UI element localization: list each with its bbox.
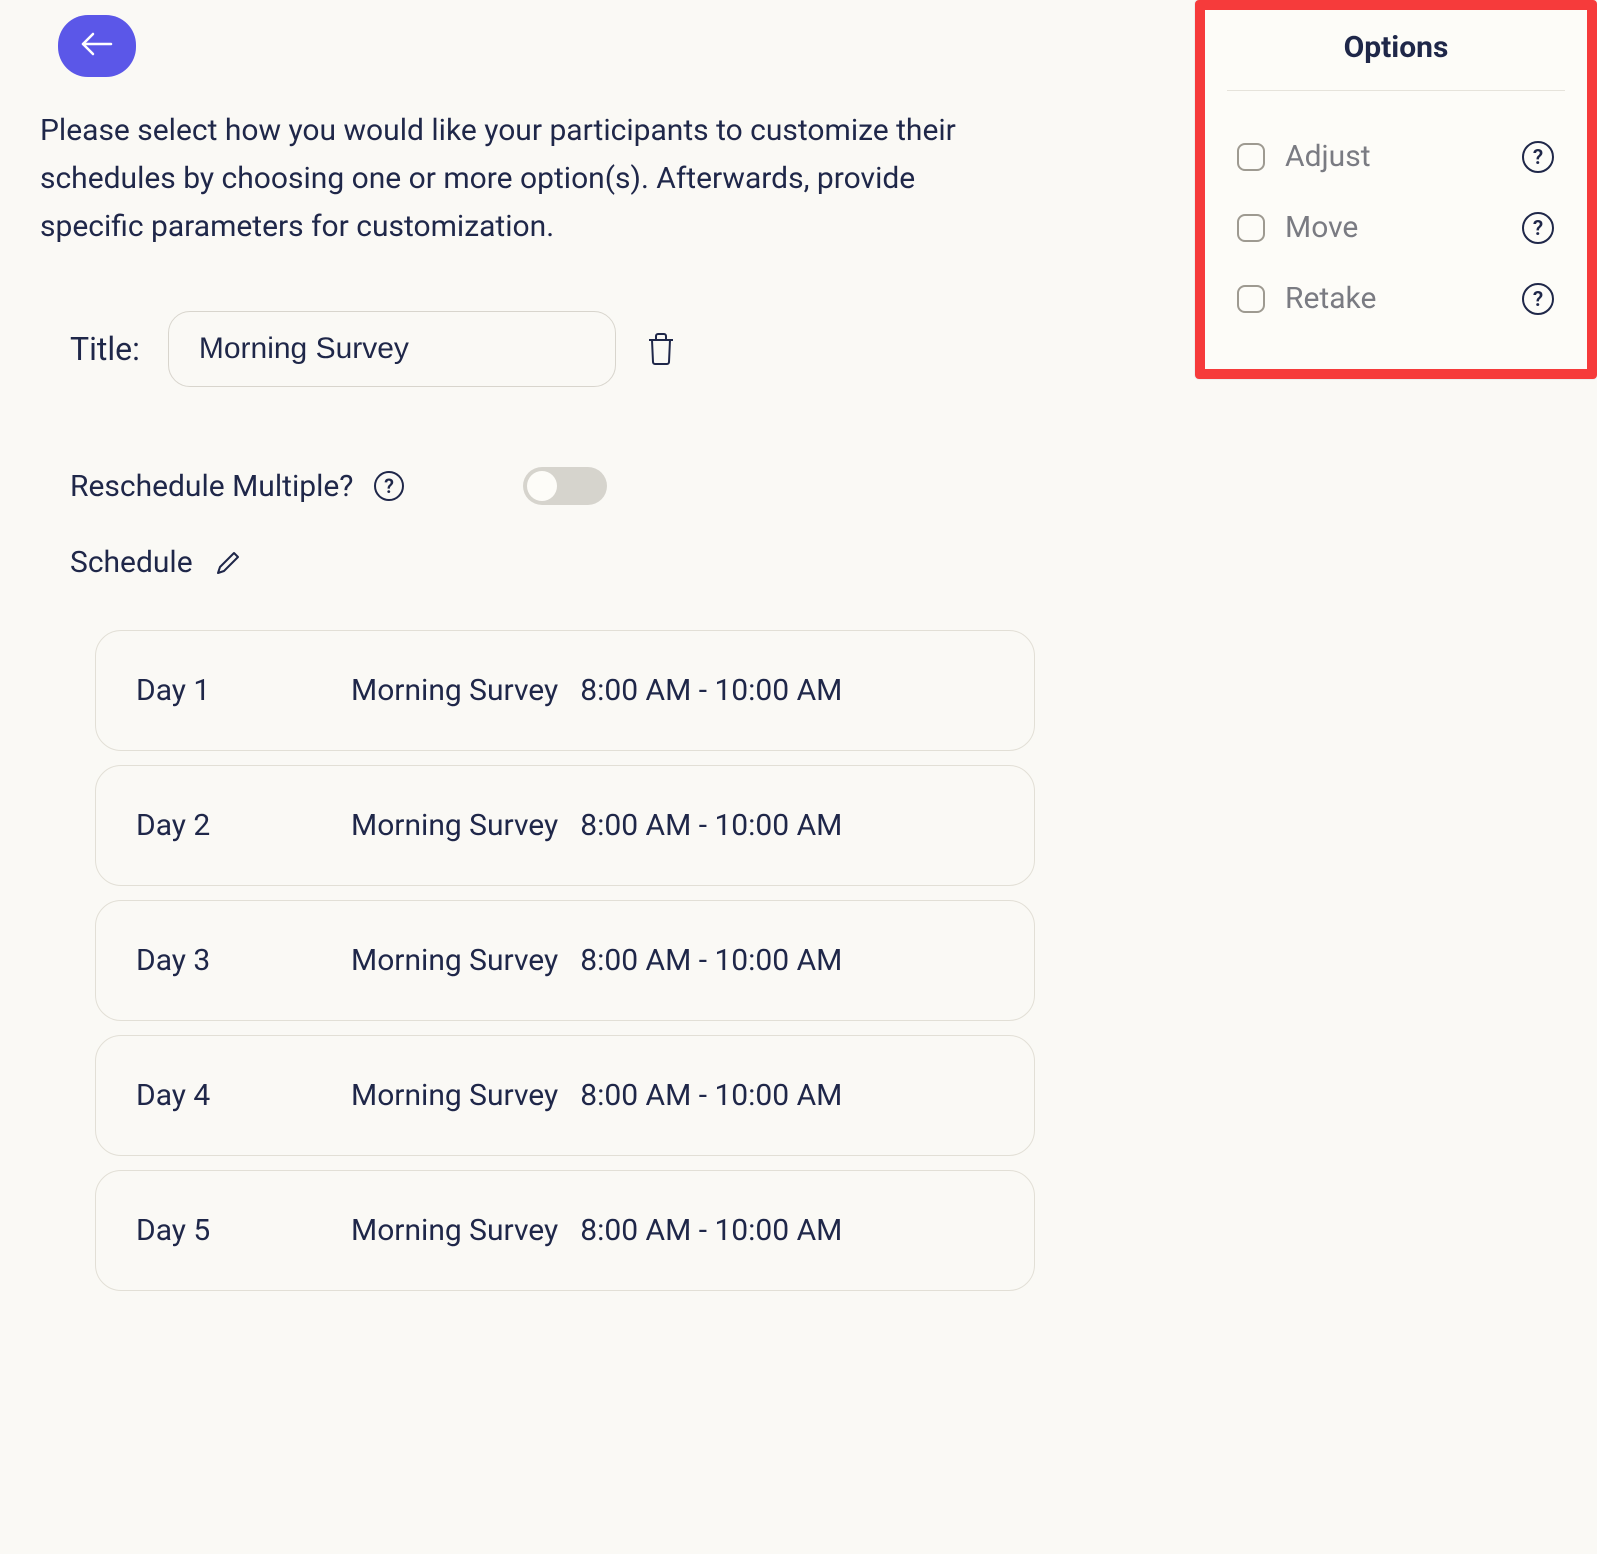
svg-text:?: ? <box>385 474 395 498</box>
schedule-item: Day 2 Morning Survey 8:00 AM - 10:00 AM <box>95 765 1035 886</box>
svg-text:?: ? <box>1533 217 1543 241</box>
reschedule-multiple-label: Reschedule Multiple? <box>70 469 353 504</box>
time-range: 8:00 AM - 10:00 AM <box>580 1213 842 1248</box>
title-input[interactable] <box>168 311 616 387</box>
title-label: Title: <box>70 330 140 368</box>
time-range: 8:00 AM - 10:00 AM <box>580 808 842 843</box>
survey-name: Morning Survey <box>351 673 558 708</box>
schedule-item: Day 1 Morning Survey 8:00 AM - 10:00 AM <box>95 630 1035 751</box>
option-row-move: Move ? <box>1205 192 1587 263</box>
arrow-left-icon <box>77 28 117 64</box>
option-checkbox-retake[interactable] <box>1237 285 1265 313</box>
help-icon[interactable]: ? <box>1521 140 1555 174</box>
option-row-adjust: Adjust ? <box>1205 121 1587 192</box>
toggle-knob <box>527 471 557 501</box>
options-title: Options <box>1227 30 1565 91</box>
option-label: Adjust <box>1285 139 1501 174</box>
schedule-item: Day 4 Morning Survey 8:00 AM - 10:00 AM <box>95 1035 1035 1156</box>
options-panel: Options Adjust ? Move ? Ret <box>1195 0 1597 379</box>
help-icon[interactable]: ? <box>1521 211 1555 245</box>
reschedule-multiple-toggle[interactable] <box>523 467 607 505</box>
time-range: 8:00 AM - 10:00 AM <box>580 1078 842 1113</box>
survey-name: Morning Survey <box>351 943 558 978</box>
main-container: Please select how you would like your pa… <box>0 0 1597 1345</box>
option-label: Retake <box>1285 281 1501 316</box>
intro-text: Please select how you would like your pa… <box>40 107 990 251</box>
schedule-list: Day 1 Morning Survey 8:00 AM - 10:00 AM … <box>95 630 1035 1291</box>
survey-name: Morning Survey <box>351 1213 558 1248</box>
schedule-item: Day 3 Morning Survey 8:00 AM - 10:00 AM <box>95 900 1035 1021</box>
back-button[interactable] <box>58 15 136 77</box>
day-label: Day 4 <box>136 1078 351 1113</box>
schedule-item: Day 5 Morning Survey 8:00 AM - 10:00 AM <box>95 1170 1035 1291</box>
survey-name: Morning Survey <box>351 808 558 843</box>
trash-icon[interactable] <box>644 331 678 367</box>
time-range: 8:00 AM - 10:00 AM <box>580 673 842 708</box>
pencil-icon[interactable] <box>213 548 243 578</box>
option-checkbox-move[interactable] <box>1237 214 1265 242</box>
option-label: Move <box>1285 210 1501 245</box>
option-checkbox-adjust[interactable] <box>1237 143 1265 171</box>
reschedule-multiple-row: Reschedule Multiple? ? <box>70 467 1557 505</box>
option-row-retake: Retake ? <box>1205 263 1587 334</box>
schedule-header-row: Schedule <box>70 545 1557 580</box>
svg-text:?: ? <box>1533 146 1543 170</box>
schedule-label: Schedule <box>70 545 193 580</box>
day-label: Day 3 <box>136 943 351 978</box>
help-icon[interactable]: ? <box>1521 282 1555 316</box>
day-label: Day 2 <box>136 808 351 843</box>
survey-name: Morning Survey <box>351 1078 558 1113</box>
day-label: Day 1 <box>136 673 351 708</box>
time-range: 8:00 AM - 10:00 AM <box>580 943 842 978</box>
day-label: Day 5 <box>136 1213 351 1248</box>
svg-text:?: ? <box>1533 288 1543 312</box>
help-icon[interactable]: ? <box>373 470 405 502</box>
